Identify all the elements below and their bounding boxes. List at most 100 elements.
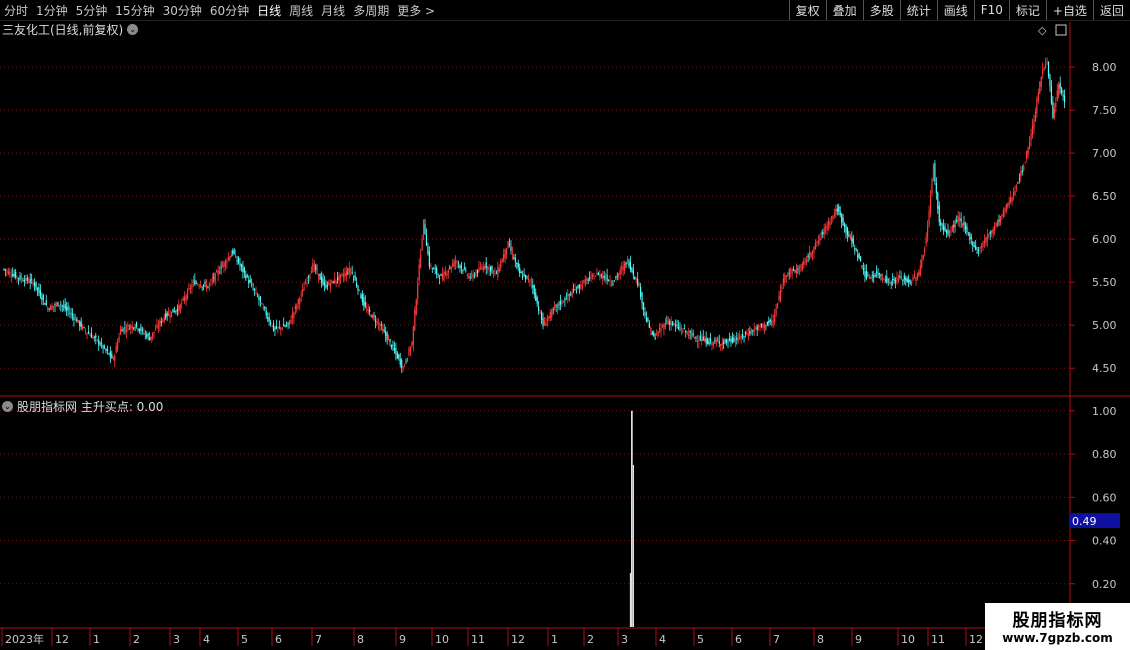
candle-body: [941, 224, 943, 226]
candle-body: [310, 271, 312, 274]
candle-body: [1024, 161, 1026, 163]
candle-body: [151, 332, 154, 338]
candle-body: [666, 320, 668, 322]
candle-body: [140, 326, 142, 332]
chevron-down-icon[interactable]: ⌄: [2, 401, 13, 412]
candle-body: [994, 226, 996, 231]
candle-body: [564, 299, 566, 301]
candle-body: [673, 323, 675, 325]
candle-body: [859, 256, 862, 262]
candle-body: [969, 233, 971, 241]
candle-body: [1063, 95, 1066, 103]
candle-body: [1001, 215, 1003, 217]
candle-body: [363, 297, 365, 306]
candle-body: [950, 230, 952, 233]
candle-body: [315, 265, 317, 271]
candle-body: [679, 327, 681, 329]
candle-body: [924, 248, 926, 253]
candle-body: [414, 309, 416, 330]
candle-body: [449, 267, 451, 269]
candle-body: [1045, 63, 1047, 69]
candle-body: [51, 305, 53, 310]
candle-body: [727, 342, 729, 344]
candle-body: [22, 280, 24, 282]
candle-body: [1028, 141, 1031, 148]
candle-body: [979, 246, 981, 249]
candle-body: [484, 266, 486, 269]
candle-body: [149, 337, 151, 341]
price-axis-label: 7.00: [1092, 147, 1117, 160]
candle-body: [1039, 81, 1041, 94]
chevron-down-icon[interactable]: ⌄: [127, 24, 139, 35]
time-axis-label: 5: [241, 633, 248, 646]
candle-body: [358, 290, 361, 291]
candle-body: [568, 294, 570, 296]
candle-body: [463, 267, 465, 269]
candle-body: [737, 339, 739, 341]
candle-body: [235, 254, 237, 258]
candle-body: [790, 269, 792, 271]
candle-body: [867, 274, 869, 276]
candle-body: [883, 278, 885, 281]
candle-body: [983, 241, 986, 244]
candle-body: [404, 364, 406, 366]
candle-body: [549, 311, 551, 319]
candle-body: [650, 328, 652, 331]
indicator-axis-label: 0.40: [1092, 535, 1117, 548]
candle-body: [972, 241, 974, 246]
candle-body: [447, 270, 449, 273]
candle-body: [178, 305, 180, 311]
candle-body: [369, 309, 371, 313]
candle-body: [288, 320, 291, 325]
candle-body: [701, 338, 703, 342]
candle-body: [660, 328, 662, 332]
candle-body: [323, 282, 326, 285]
candle-body: [67, 306, 69, 311]
candle-body: [629, 262, 632, 270]
candle-body: [1040, 77, 1042, 87]
candle-body: [507, 241, 509, 249]
candle-body: [533, 285, 535, 295]
kline-chart[interactable]: 8.00 7.50 7.00 6.50 6.00 5.50 5.00 4.50 1.00 0.80…: [0, 0, 1130, 650]
candle-body: [210, 281, 212, 282]
candle-body: [63, 306, 65, 307]
candle-body: [242, 265, 244, 273]
candle-body: [495, 272, 497, 274]
candle-body: [154, 329, 157, 331]
candle-body: [622, 265, 624, 271]
candle-body: [871, 275, 873, 277]
candle-body: [240, 264, 243, 267]
candle-body: [814, 243, 817, 250]
candle-body: [903, 275, 905, 280]
candle-body: [640, 286, 642, 297]
candle-body: [574, 289, 576, 291]
candle-body: [887, 279, 889, 281]
candle-body: [422, 219, 425, 235]
candle-body: [1031, 125, 1034, 136]
candle-body: [874, 275, 876, 276]
time-axis-label: 4: [203, 633, 210, 646]
candle-body: [980, 246, 983, 248]
candle-body: [355, 283, 358, 286]
time-axis-label: 1: [93, 633, 100, 646]
candle-body: [995, 223, 997, 227]
candle-body: [146, 334, 148, 338]
candle-body: [803, 260, 805, 265]
candle-body: [103, 346, 106, 348]
candle-body: [674, 324, 677, 326]
candle-body: [857, 254, 859, 258]
candle-body: [862, 268, 865, 271]
candle-body: [436, 268, 438, 274]
candle-body: [353, 276, 355, 278]
candle-body: [294, 306, 296, 310]
candle-body: [303, 288, 305, 291]
candle-body: [1047, 61, 1050, 76]
candle-body: [724, 339, 726, 342]
candle-body: [1049, 74, 1051, 87]
indicator-axis-label: 1.00: [1092, 405, 1117, 418]
candle-body: [583, 280, 585, 282]
time-axis-label: 6: [275, 633, 282, 646]
candle-body: [290, 320, 292, 324]
candle-body: [28, 282, 30, 283]
candle-body: [106, 349, 109, 352]
